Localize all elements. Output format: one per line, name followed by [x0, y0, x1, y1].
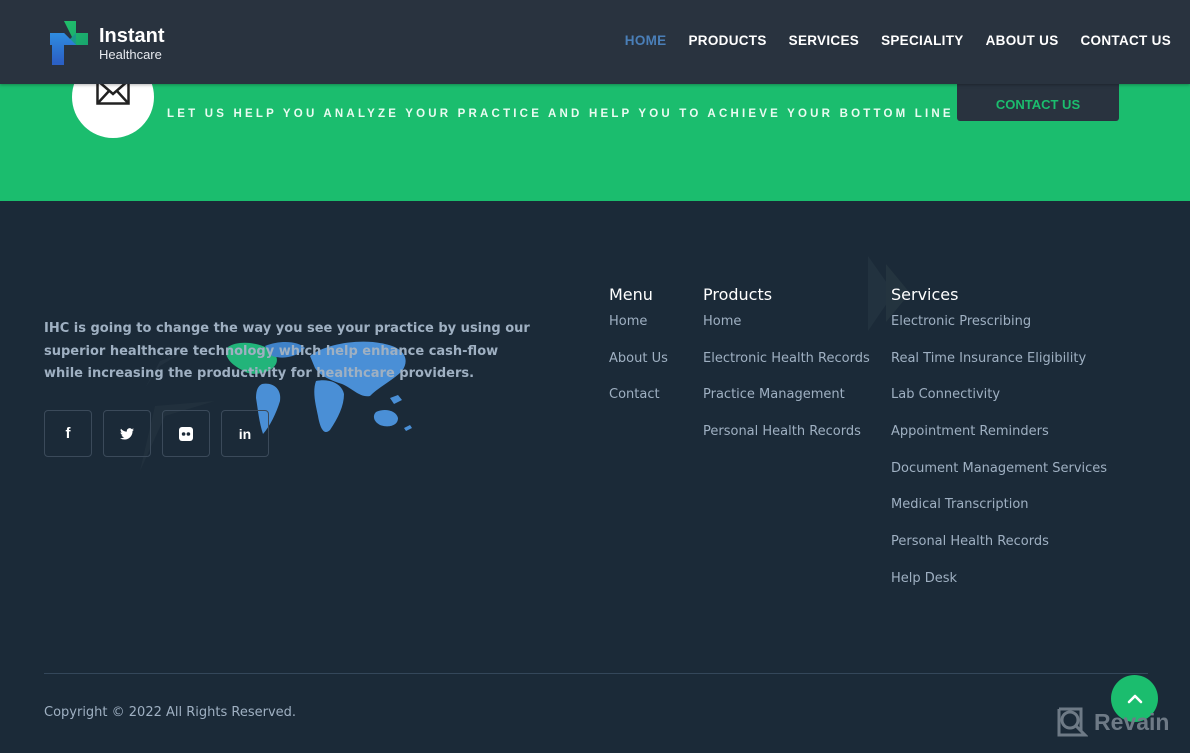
products-link-practice-management[interactable]: Practice Management: [703, 387, 870, 424]
flickr-button[interactable]: [162, 410, 210, 457]
services-link-help-desk[interactable]: Help Desk: [891, 571, 1107, 608]
nav-about-us[interactable]: ABOUT US: [986, 33, 1059, 48]
social-links: f in: [44, 410, 269, 457]
footer-products-column: Products Home Electronic Health Records …: [703, 285, 870, 461]
twitter-button[interactable]: [103, 410, 151, 457]
facebook-icon: f: [65, 425, 71, 442]
products-link-ehr[interactable]: Electronic Health Records: [703, 351, 870, 388]
copyright-text: Copyright © 2022 All Rights Reserved.: [44, 705, 297, 720]
cta-text: LET US HELP YOU ANALYZE YOUR PRACTICE AN…: [167, 108, 954, 120]
services-link-phr[interactable]: Personal Health Records: [891, 534, 1107, 571]
main-nav: HOME PRODUCTS SERVICES SPECIALITY ABOUT …: [625, 33, 1171, 48]
medical-cross-logo-icon: [50, 21, 88, 65]
services-link-e-prescribing[interactable]: Electronic Prescribing: [891, 314, 1107, 351]
footer-services-column: Services Electronic Prescribing Real Tim…: [891, 285, 1107, 608]
menu-link-contact[interactable]: Contact: [609, 387, 668, 424]
linkedin-icon: in: [238, 425, 252, 442]
logo-subtitle: Healthcare: [99, 46, 162, 62]
revain-watermark: Revain: [1056, 706, 1169, 738]
services-link-insurance-eligibility[interactable]: Real Time Insurance Eligibility: [891, 351, 1107, 388]
services-heading: Services: [891, 285, 959, 304]
services-link-document-management[interactable]: Document Management Services: [891, 461, 1107, 498]
footer-divider: [44, 673, 1148, 674]
site-footer: IHC is going to change the way you see y…: [0, 201, 1190, 753]
products-link-phr[interactable]: Personal Health Records: [703, 424, 870, 461]
nav-products[interactable]: PRODUCTS: [688, 33, 766, 48]
logo[interactable]: Instant Healthcare: [46, 19, 165, 67]
facebook-button[interactable]: f: [44, 410, 92, 457]
services-link-lab-connectivity[interactable]: Lab Connectivity: [891, 387, 1107, 424]
menu-heading: Menu: [609, 285, 653, 304]
nav-speciality[interactable]: SPECIALITY: [881, 33, 964, 48]
page: Instant Healthcare HOME PRODUCTS SERVICE…: [0, 0, 1190, 753]
products-heading: Products: [703, 285, 773, 304]
services-link-medical-transcription[interactable]: Medical Transcription: [891, 497, 1107, 534]
flickr-icon: [179, 426, 193, 441]
revain-logo-icon: [1057, 707, 1088, 737]
about-text: IHC is going to change the way you see y…: [44, 321, 530, 381]
nav-contact-us[interactable]: CONTACT US: [1081, 33, 1172, 48]
footer-menu-column: Menu Home About Us Contact: [609, 285, 668, 424]
site-header: Instant Healthcare HOME PRODUCTS SERVICE…: [0, 0, 1190, 84]
revain-label: Revain: [1094, 708, 1170, 735]
menu-link-home[interactable]: Home: [609, 314, 668, 351]
products-link-home[interactable]: Home: [703, 314, 870, 351]
twitter-icon: [120, 427, 134, 440]
menu-link-about-us[interactable]: About Us: [609, 351, 668, 388]
linkedin-button[interactable]: in: [221, 410, 269, 457]
chevron-up-icon: [1127, 694, 1142, 703]
nav-services[interactable]: SERVICES: [789, 33, 859, 48]
nav-home[interactable]: HOME: [625, 33, 667, 48]
logo-title: Instant: [99, 24, 165, 47]
services-link-appointment-reminders[interactable]: Appointment Reminders: [891, 424, 1107, 461]
contact-us-button[interactable]: CONTACT US: [957, 80, 1119, 121]
cta-banner: LET US HELP YOU ANALYZE YOUR PRACTICE AN…: [0, 56, 1190, 201]
